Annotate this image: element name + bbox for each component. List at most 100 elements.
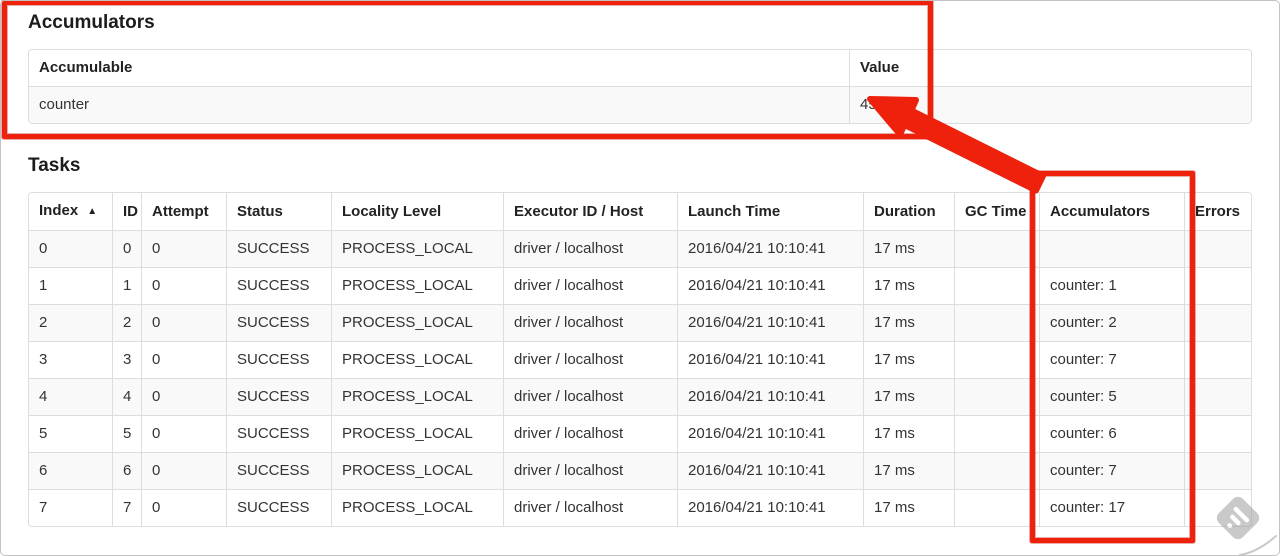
- task-row: 6 6 0 SUCCESS PROCESS_LOCAL driver / localhos…: [29, 452, 1251, 489]
- task-cell: PROCESS_LOCAL: [331, 231, 503, 267]
- column-header-gc-time[interactable]: GC Time: [954, 193, 1039, 231]
- column-header-executor-id-host[interactable]: Executor ID / Host: [503, 193, 677, 231]
- task-cell: 5: [112, 415, 141, 452]
- task-cell: driver / localhost: [503, 231, 677, 267]
- task-cell: [1184, 304, 1251, 341]
- task-cell: PROCESS_LOCAL: [331, 267, 503, 304]
- task-cell: 3: [29, 341, 112, 378]
- task-cell: SUCCESS: [226, 231, 331, 267]
- task-cell: 17 ms: [863, 304, 954, 341]
- task-cell: 7: [112, 489, 141, 526]
- task-row: 7 7 0 SUCCESS PROCESS_LOCAL driver / localhos…: [29, 489, 1251, 526]
- task-cell: 0: [141, 452, 226, 489]
- column-header-id[interactable]: ID: [112, 193, 141, 231]
- task-cell: counter: 1: [1039, 267, 1184, 304]
- task-cell: SUCCESS: [226, 304, 331, 341]
- column-header-accumulators[interactable]: Accumulators: [1039, 193, 1184, 231]
- accumulator-row: counter 45: [29, 87, 1251, 123]
- task-cell: 6: [29, 452, 112, 489]
- column-header-index[interactable]: Index ▲: [29, 193, 112, 231]
- task-cell: 5: [29, 415, 112, 452]
- accumulable-name-cell: counter: [39, 96, 90, 113]
- task-cell: [954, 378, 1039, 415]
- task-cell: 2: [112, 304, 141, 341]
- task-cell: PROCESS_LOCAL: [331, 378, 503, 415]
- task-cell: PROCESS_LOCAL: [331, 489, 503, 526]
- task-cell: 0: [141, 341, 226, 378]
- task-cell: counter: 6: [1039, 415, 1184, 452]
- task-cell: 0: [39, 240, 48, 257]
- task-cell: PROCESS_LOCAL: [331, 341, 503, 378]
- tasks-header-row: Index ▲ ID Attempt Status Locality Level …: [29, 193, 1251, 231]
- task-cell: [954, 341, 1039, 378]
- task-cell: 17 ms: [863, 489, 954, 526]
- task-cell: [954, 415, 1039, 452]
- tasks-table-body: 0 0 0 SUCCESS PROCESS_LOCAL driver / localhos…: [29, 231, 1251, 526]
- task-cell: 2016/04/21 10:10:41: [677, 378, 863, 415]
- task-cell: [954, 489, 1039, 526]
- task-cell: 0: [141, 378, 226, 415]
- task-cell: SUCCESS: [226, 267, 331, 304]
- task-cell: 2016/04/21 10:10:41: [677, 415, 863, 452]
- column-header-launch-time[interactable]: Launch Time: [677, 193, 863, 231]
- task-cell: 3: [112, 341, 141, 378]
- task-cell: 2016/04/21 10:10:41: [677, 231, 863, 267]
- task-cell: [1184, 231, 1251, 267]
- task-cell: 7: [29, 489, 112, 526]
- task-cell: 0: [112, 231, 141, 267]
- task-cell: driver / localhost: [503, 452, 677, 489]
- task-cell: [1184, 267, 1251, 304]
- accumulable-value-cell: 45: [849, 87, 1251, 123]
- task-cell: driver / localhost: [503, 415, 677, 452]
- task-cell: 17 ms: [863, 231, 954, 267]
- task-cell: PROCESS_LOCAL: [331, 415, 503, 452]
- task-cell: 17 ms: [863, 341, 954, 378]
- accumulators-header-row: Accumulable Value: [29, 50, 1251, 87]
- task-cell: PROCESS_LOCAL: [331, 452, 503, 489]
- column-header-locality-level[interactable]: Locality Level: [331, 193, 503, 231]
- task-cell: SUCCESS: [226, 415, 331, 452]
- task-cell: 2016/04/21 10:10:41: [677, 267, 863, 304]
- sort-asc-icon: ▲: [87, 206, 98, 217]
- accumulators-section-title: Accumulators: [28, 12, 155, 33]
- task-cell: SUCCESS: [226, 341, 331, 378]
- task-cell: 1: [29, 267, 112, 304]
- task-cell: 2: [29, 304, 112, 341]
- column-header-attempt[interactable]: Attempt: [141, 193, 226, 231]
- task-cell: SUCCESS: [226, 378, 331, 415]
- column-header-accumulable[interactable]: Accumulable: [29, 50, 849, 87]
- task-row: 0 0 0 SUCCESS PROCESS_LOCAL driver / localhos…: [29, 231, 1251, 267]
- task-cell: counter: 2: [1039, 304, 1184, 341]
- task-cell: driver / localhost: [503, 267, 677, 304]
- task-cell: counter: 5: [1039, 378, 1184, 415]
- task-cell: driver / localhost: [503, 304, 677, 341]
- task-cell: 0: [141, 231, 226, 267]
- task-cell: driver / localhost: [503, 341, 677, 378]
- task-cell: SUCCESS: [226, 452, 331, 489]
- task-cell: [954, 231, 1039, 267]
- task-cell: PROCESS_LOCAL: [331, 304, 503, 341]
- column-header-errors[interactable]: Errors: [1184, 193, 1251, 231]
- task-cell: 17 ms: [863, 378, 954, 415]
- task-cell: 0: [141, 415, 226, 452]
- task-cell: driver / localhost: [503, 378, 677, 415]
- task-cell: counter: 17: [1039, 489, 1184, 526]
- column-header-value[interactable]: Value: [849, 50, 1251, 87]
- tasks-table: Index ▲ ID Attempt Status Locality Level …: [28, 192, 1252, 527]
- task-cell: [1184, 341, 1251, 378]
- task-row: 2 2 0 SUCCESS PROCESS_LOCAL driver / localhos…: [29, 304, 1251, 341]
- task-cell: 17 ms: [863, 415, 954, 452]
- task-cell: driver / localhost: [503, 489, 677, 526]
- task-row: 1 1 0 SUCCESS PROCESS_LOCAL driver / localhos…: [29, 267, 1251, 304]
- task-cell: [1184, 378, 1251, 415]
- task-cell: [1184, 415, 1251, 452]
- task-cell: 6: [112, 452, 141, 489]
- column-header-status[interactable]: Status: [226, 193, 331, 231]
- task-cell: 2016/04/21 10:10:41: [677, 304, 863, 341]
- task-row: 3 3 0 SUCCESS PROCESS_LOCAL driver / localhos…: [29, 341, 1251, 378]
- task-cell: 4: [112, 378, 141, 415]
- task-cell: [954, 452, 1039, 489]
- task-cell: 17 ms: [863, 452, 954, 489]
- column-header-duration[interactable]: Duration: [863, 193, 954, 231]
- accumulators-table: Accumulable Value counter 45: [28, 49, 1252, 124]
